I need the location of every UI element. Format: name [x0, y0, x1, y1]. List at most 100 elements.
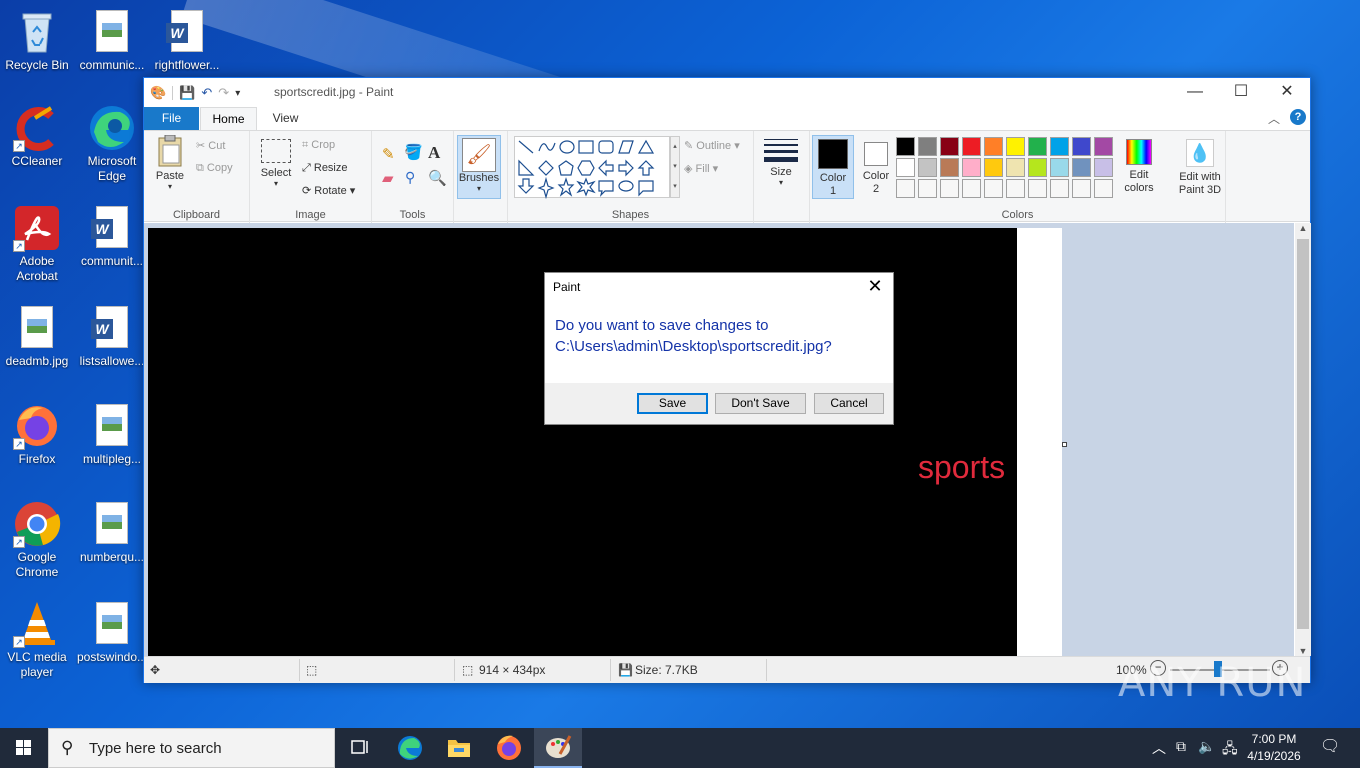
close-window-button[interactable]: ✕ [1264, 78, 1310, 107]
custom-color-slot[interactable] [896, 179, 915, 198]
desktop-icon-rightflower[interactable]: W rightflower... [150, 8, 224, 73]
palette-color-swatch[interactable] [962, 137, 981, 156]
desktop-icon-communic[interactable]: communic... [75, 8, 149, 73]
text-tool-icon[interactable]: A [428, 143, 440, 163]
custom-color-slot[interactable] [1094, 179, 1113, 198]
palette-color-swatch[interactable] [1006, 158, 1025, 177]
desktop-icon-firefox[interactable]: ↗ Firefox [0, 402, 74, 467]
minimize-button[interactable]: — [1172, 78, 1218, 107]
palette-color-swatch[interactable] [896, 158, 915, 177]
palette-color-swatch[interactable] [940, 137, 959, 156]
palette-color-swatch[interactable] [940, 158, 959, 177]
help-icon[interactable]: ? [1290, 109, 1306, 125]
palette-color-swatch[interactable] [1072, 137, 1091, 156]
taskbar-firefox-button[interactable] [485, 728, 533, 768]
rotate-button[interactable]: ⟳ Rotate ▾ [302, 184, 355, 197]
tray-overflow-icon[interactable]: ︿ [1152, 738, 1166, 758]
fill-button[interactable]: ◈ Fill ▾ [684, 162, 718, 175]
palette-color-swatch[interactable] [984, 137, 1003, 156]
desktop-icon-google-chrome[interactable]: ↗ Google Chrome [0, 500, 74, 580]
start-button[interactable] [0, 728, 48, 768]
custom-color-slot[interactable] [1006, 179, 1025, 198]
edit-colors-button[interactable]: Edit colors [1120, 139, 1158, 195]
custom-color-slot[interactable] [940, 179, 959, 198]
color-picker-icon[interactable]: ⚲ [405, 169, 415, 186]
eraser-icon[interactable]: ▰ [382, 169, 394, 187]
palette-color-swatch[interactable] [1094, 158, 1113, 177]
resize-handle[interactable] [1062, 442, 1067, 447]
desktop-icon-numberqu[interactable]: numberqu... [75, 500, 149, 565]
save-icon[interactable]: 💾 [179, 85, 195, 101]
scroll-down-icon[interactable]: ▼ [1295, 646, 1311, 656]
palette-color-swatch[interactable] [1072, 158, 1091, 177]
paint-app-icon[interactable]: 🎨 [150, 85, 166, 101]
desktop-icon-communit[interactable]: W communit... [75, 204, 149, 269]
custom-color-slot[interactable] [962, 179, 981, 198]
customize-toolbar-icon[interactable]: ▾ [235, 88, 240, 99]
taskbar-file-explorer-button[interactable] [435, 728, 483, 768]
palette-color-swatch[interactable] [1028, 158, 1047, 177]
select-button[interactable]: Select ▾ [258, 139, 294, 188]
fill-bucket-icon[interactable]: 🪣 [404, 143, 423, 161]
dont-save-button[interactable]: Don't Save [715, 393, 806, 414]
collapse-ribbon-icon[interactable]: ︿ [1268, 110, 1280, 127]
desktop-icon-postswindo[interactable]: postswindo... [75, 600, 149, 665]
copy-button[interactable]: ⧉ Copy [196, 162, 233, 175]
palette-color-swatch[interactable] [1006, 137, 1025, 156]
taskbar-clock[interactable]: 7:00 PM 4/19/2026 [1244, 731, 1304, 765]
palette-color-swatch[interactable] [918, 137, 937, 156]
desktop-icon-listsallowe[interactable]: W listsallowe... [75, 304, 149, 369]
magnifier-icon[interactable]: 🔍 [428, 169, 447, 187]
desktop-icon-microsoft-edge[interactable]: Microsoft Edge [75, 104, 149, 184]
taskbar-edge-button[interactable] [386, 728, 434, 768]
desktop-icon-multipleg[interactable]: multipleg... [75, 402, 149, 467]
desktop-icon-deadmb[interactable]: deadmb.jpg [0, 304, 74, 369]
brushes-button[interactable]: 🖌 Brushes ▾ [457, 135, 501, 199]
edit-with-paint3d-button[interactable]: 💧 Edit with Paint 3D [1174, 139, 1226, 197]
volume-icon[interactable]: 🔈 [1198, 738, 1215, 755]
vertical-scrollbar[interactable]: ▲ ▼ [1295, 223, 1311, 656]
palette-color-swatch[interactable] [1050, 137, 1069, 156]
custom-color-slot[interactable] [1028, 179, 1047, 198]
shapes-gallery-scroll[interactable]: ▴ ▾ ▾ [670, 136, 680, 198]
pencil-icon[interactable]: ✎ [382, 145, 395, 163]
tab-file[interactable]: File [144, 107, 199, 130]
notifications-icon[interactable]: 🗨 [1320, 736, 1340, 756]
save-button[interactable]: Save [637, 393, 708, 414]
color1-button[interactable]: Color 1 [812, 135, 854, 199]
redo-icon[interactable]: ↷ [218, 85, 229, 101]
scroll-up-icon[interactable]: ▲ [1295, 223, 1311, 233]
custom-color-slot[interactable] [1050, 179, 1069, 198]
color2-button[interactable]: Color 2 [856, 136, 896, 196]
desktop-icon-vlc[interactable]: ↗ VLC media player [0, 600, 74, 680]
network-adapter-icon[interactable]: ⧉ [1176, 738, 1186, 755]
shapes-gallery[interactable] [514, 136, 670, 200]
desktop-icon-adobe-acrobat[interactable]: ↗ Adobe Acrobat [0, 204, 74, 284]
palette-color-swatch[interactable] [984, 158, 1003, 177]
maximize-button[interactable]: ☐ [1218, 78, 1264, 107]
size-button[interactable]: Size ▾ [762, 137, 800, 187]
custom-color-slot[interactable] [918, 179, 937, 198]
resize-button[interactable]: ⤢ Resize [302, 162, 348, 175]
crop-button[interactable]: ⌗ Crop [302, 139, 335, 152]
custom-color-slot[interactable] [1072, 179, 1091, 198]
palette-color-swatch[interactable] [1094, 137, 1113, 156]
palette-color-swatch[interactable] [962, 158, 981, 177]
palette-color-swatch[interactable] [918, 158, 937, 177]
dialog-close-icon[interactable]: ✕ [863, 275, 887, 297]
network-icon[interactable]: 🖧 [1222, 738, 1238, 762]
palette-color-swatch[interactable] [896, 137, 915, 156]
palette-color-swatch[interactable] [1028, 137, 1047, 156]
outline-button[interactable]: ✎ Outline ▾ [684, 139, 740, 152]
cut-button[interactable]: ✂ Cut [196, 139, 225, 152]
palette-color-swatch[interactable] [1050, 158, 1069, 177]
tab-view[interactable]: View [257, 107, 314, 130]
desktop-icon-ccleaner[interactable]: ↗ CCleaner [0, 104, 74, 169]
taskbar-search-box[interactable]: ⚲ Type here to search [48, 728, 335, 768]
task-view-button[interactable] [336, 728, 384, 768]
undo-icon[interactable]: ↶ [201, 85, 212, 101]
taskbar-paint-button[interactable] [534, 728, 582, 768]
scrollbar-thumb[interactable] [1297, 239, 1309, 629]
desktop-icon-recycle-bin[interactable]: Recycle Bin [0, 8, 74, 73]
custom-color-slot[interactable] [984, 179, 1003, 198]
